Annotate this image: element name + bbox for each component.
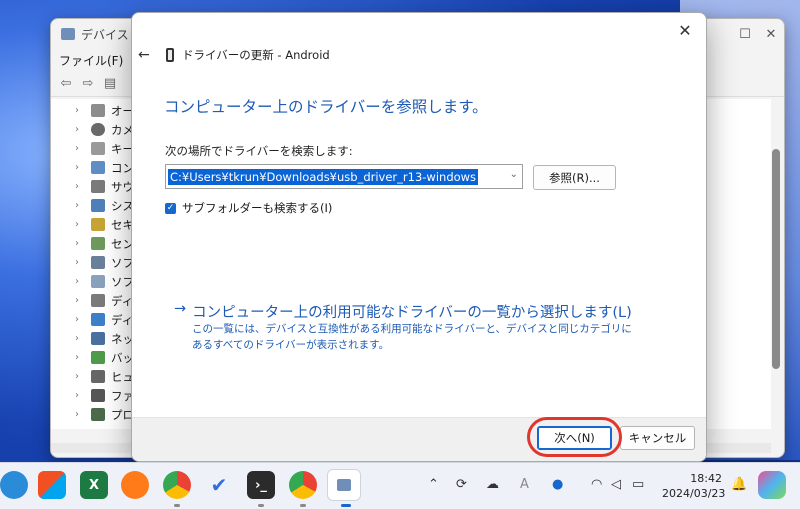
- software-icon: [91, 256, 105, 269]
- tree-item[interactable]: › キー: [75, 139, 134, 158]
- clock-date: 2024/03/23: [662, 487, 726, 500]
- keyboard-icon: [91, 142, 105, 155]
- chevron-down-icon[interactable]: ⌄: [510, 169, 518, 180]
- chevron-up-icon[interactable]: ⌃: [428, 477, 439, 492]
- tree-item[interactable]: › ソフ: [75, 272, 134, 291]
- pick-from-list-description: この一覧には、デバイスと互換性がある利用可能なドライバーと、デバイスと同じカテゴ…: [192, 323, 632, 351]
- driver-path-combobox[interactable]: C:¥Users¥tkrun¥Downloads¥usb_driver_r13-…: [165, 164, 523, 189]
- tree-item[interactable]: › ヒュ: [75, 367, 134, 386]
- tree-item[interactable]: › ネッ: [75, 329, 134, 348]
- tree-item[interactable]: › オー: [75, 101, 134, 120]
- page-heading: コンピューター上のドライバーを参照します。: [164, 98, 488, 116]
- location-icon[interactable]: ●: [552, 477, 563, 492]
- tree-item[interactable]: › コン: [75, 158, 134, 177]
- store-icon[interactable]: [38, 471, 66, 499]
- pick-from-list-label[interactable]: コンピューター上の利用可能なドライバーの一覧から選択します(L): [192, 301, 632, 322]
- cancel-button[interactable]: キャンセル: [620, 426, 695, 450]
- hid-icon: [91, 370, 105, 383]
- sync-icon[interactable]: ⟳: [456, 477, 467, 492]
- display-icon: [91, 313, 105, 326]
- battery-icon: [91, 351, 105, 364]
- sound-icon: [91, 180, 105, 193]
- firefox-icon[interactable]: [121, 471, 149, 499]
- dialog-header: ← ドライバーの更新 - Android: [132, 43, 330, 67]
- edge-icon[interactable]: [0, 471, 28, 499]
- driver-path-input[interactable]: C:¥Users¥tkrun¥Downloads¥usb_driver_r13-…: [168, 168, 479, 185]
- include-subfolders-checkbox[interactable]: ✓ サブフォルダーも検索する(I): [165, 200, 332, 216]
- network-icon: [91, 332, 105, 345]
- volume-icon[interactable]: ◁: [611, 477, 621, 492]
- close-icon[interactable]: ✕: [674, 19, 696, 41]
- properties-icon[interactable]: ▤: [101, 76, 119, 92]
- copilot-icon[interactable]: [758, 471, 786, 499]
- clock-time: 18:42: [690, 472, 722, 485]
- tree-item[interactable]: › ディ: [75, 310, 133, 329]
- disk-icon: [91, 294, 105, 307]
- device-manager-taskbar-icon[interactable]: [327, 469, 361, 501]
- maximize-icon[interactable]: ☐: [732, 19, 758, 49]
- back-arrow-icon[interactable]: ←: [138, 47, 156, 63]
- audio-icon: [91, 104, 105, 117]
- ime-icon[interactable]: A: [520, 477, 529, 492]
- arrow-right-icon: →: [174, 301, 187, 317]
- chrome-icon[interactable]: [163, 471, 191, 499]
- tree-item[interactable]: › バッ: [75, 348, 134, 367]
- taskbar: X ✔ ›_ ⌃ ⟳ ☁ A ● ◠ ◁ ▭ 18:42 2024/03/23 …: [0, 462, 800, 509]
- active-indicator: [341, 504, 351, 507]
- browse-button[interactable]: 参照(R)...: [533, 165, 616, 190]
- update-driver-dialog: ✕ ← ドライバーの更新 - Android コンピューター上のドライバーを参照…: [131, 12, 707, 462]
- close-icon[interactable]: ✕: [758, 19, 784, 49]
- devmgr-window-controls: ☐ ✕: [732, 19, 784, 49]
- security-icon: [91, 218, 105, 231]
- computer-icon: [91, 161, 105, 174]
- running-indicator: [258, 504, 264, 507]
- dialog-title: ドライバーの更新 - Android: [182, 48, 330, 62]
- tree-item[interactable]: › ソフ: [75, 253, 134, 272]
- tree-item[interactable]: › シス: [75, 196, 134, 215]
- system-icon: [91, 199, 105, 212]
- pick-from-list-link[interactable]: → コンピューター上の利用可能なドライバーの一覧から選択します(L): [174, 301, 632, 322]
- tree-item[interactable]: › カメ: [75, 120, 134, 139]
- software-device-icon: [91, 275, 105, 288]
- devmgr-scrollbar[interactable]: [772, 149, 780, 369]
- firmware-icon: [91, 389, 105, 402]
- clock[interactable]: 18:42 2024/03/23: [662, 471, 726, 501]
- devmgr-app-icon: [61, 28, 75, 40]
- camera-icon: [91, 123, 105, 136]
- device-icon: [166, 48, 174, 62]
- cloud-icon[interactable]: ☁: [486, 477, 499, 492]
- tree-item[interactable]: › プロ: [75, 405, 134, 424]
- checkbox-checked-icon[interactable]: ✓: [165, 202, 176, 214]
- wifi-icon[interactable]: ◠: [591, 477, 602, 492]
- include-subfolders-label: サブフォルダーも検索する(I): [182, 201, 333, 215]
- tree-item[interactable]: › セン: [75, 234, 134, 253]
- running-indicator: [174, 504, 180, 507]
- todo-icon[interactable]: ✔: [205, 471, 233, 499]
- tree-item[interactable]: › サウ: [75, 177, 134, 196]
- excel-icon[interactable]: X: [80, 471, 108, 499]
- running-indicator: [300, 504, 306, 507]
- sensor-icon: [91, 237, 105, 250]
- processor-icon: [91, 408, 105, 421]
- forward-icon[interactable]: ⇨: [79, 76, 97, 92]
- battery-icon[interactable]: ▭: [632, 477, 644, 492]
- terminal-icon[interactable]: ›_: [247, 471, 275, 499]
- menu-file[interactable]: ファイル(F): [59, 52, 123, 69]
- chrome-profile-icon[interactable]: [289, 471, 317, 499]
- back-icon[interactable]: ⇦: [57, 76, 75, 92]
- highlight-annotation-ring: [527, 417, 622, 457]
- tree-item[interactable]: › ファ: [75, 386, 134, 405]
- search-location-label: 次の場所でドライバーを検索します:: [165, 144, 353, 158]
- tree-item[interactable]: › セキ: [75, 215, 134, 234]
- notification-bell-icon[interactable]: 🔔: [731, 477, 747, 492]
- tree-item[interactable]: › ディ: [75, 291, 133, 310]
